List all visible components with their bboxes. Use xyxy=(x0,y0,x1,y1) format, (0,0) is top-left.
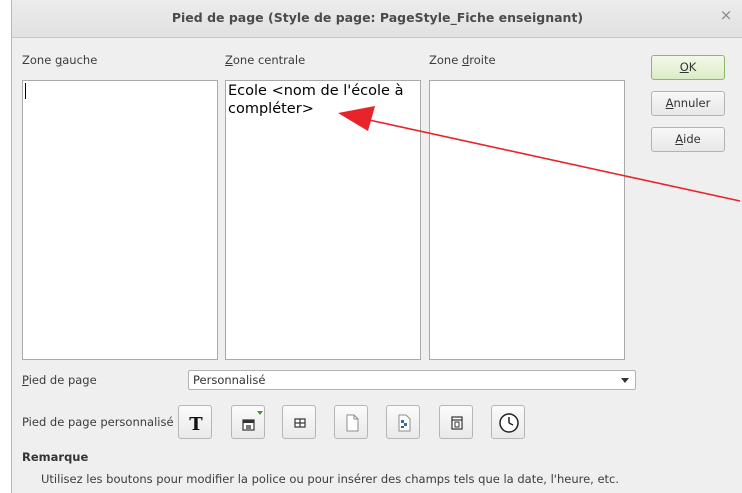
file-name-button[interactable] xyxy=(231,405,265,439)
zone-left-label: Zone gauche xyxy=(22,53,98,67)
note-text: Utilisez les boutons pour modifier la po… xyxy=(41,472,620,486)
page-icon xyxy=(346,414,359,432)
svg-text:T: T xyxy=(189,414,203,435)
zone-center-text: Ecole <nom de l'école à compléter> xyxy=(228,83,404,117)
sheet-name-icon xyxy=(294,418,306,428)
zone-right-label: Zone droite xyxy=(429,53,496,67)
text-attributes-button[interactable]: T xyxy=(178,405,212,439)
chevron-down-icon xyxy=(621,378,629,383)
pages-button[interactable] xyxy=(386,405,420,439)
time-icon xyxy=(499,413,519,433)
zone-left-editor[interactable] xyxy=(22,80,218,360)
footer-dialog: Pied de page (Style de page: PageStyle_F… xyxy=(11,0,742,493)
footer-label: Pied de page xyxy=(22,373,97,387)
cancel-button[interactable]: Annuler xyxy=(651,91,725,116)
time-button[interactable] xyxy=(491,405,525,439)
date-button[interactable] xyxy=(439,405,473,439)
custom-footer-label: Pied de page personnalisé xyxy=(22,415,174,429)
footer-type-value: Personnalisé xyxy=(193,373,266,387)
close-icon[interactable]: × xyxy=(719,8,733,23)
date-icon xyxy=(451,416,463,430)
sheet-name-button[interactable] xyxy=(282,405,316,439)
file-name-icon xyxy=(242,411,263,431)
zone-center-editor[interactable]: Ecole <nom de l'école à compléter> xyxy=(225,80,421,360)
zone-center-label: Zone centrale xyxy=(225,53,306,67)
title-bar: Pied de page (Style de page: PageStyle_F… xyxy=(12,0,742,38)
footer-type-select[interactable]: Personnalisé xyxy=(188,370,636,390)
pages-icon xyxy=(398,414,411,432)
text-cursor xyxy=(25,83,26,99)
ok-button[interactable]: OK xyxy=(651,55,725,80)
help-button[interactable]: Aide xyxy=(651,127,725,152)
text-attributes-icon: T xyxy=(189,414,203,435)
note-title: Remarque xyxy=(22,450,89,464)
zone-right-editor[interactable] xyxy=(429,80,625,360)
dialog-title: Pied de page (Style de page: PageStyle_F… xyxy=(171,10,584,25)
page-button[interactable] xyxy=(334,405,368,439)
